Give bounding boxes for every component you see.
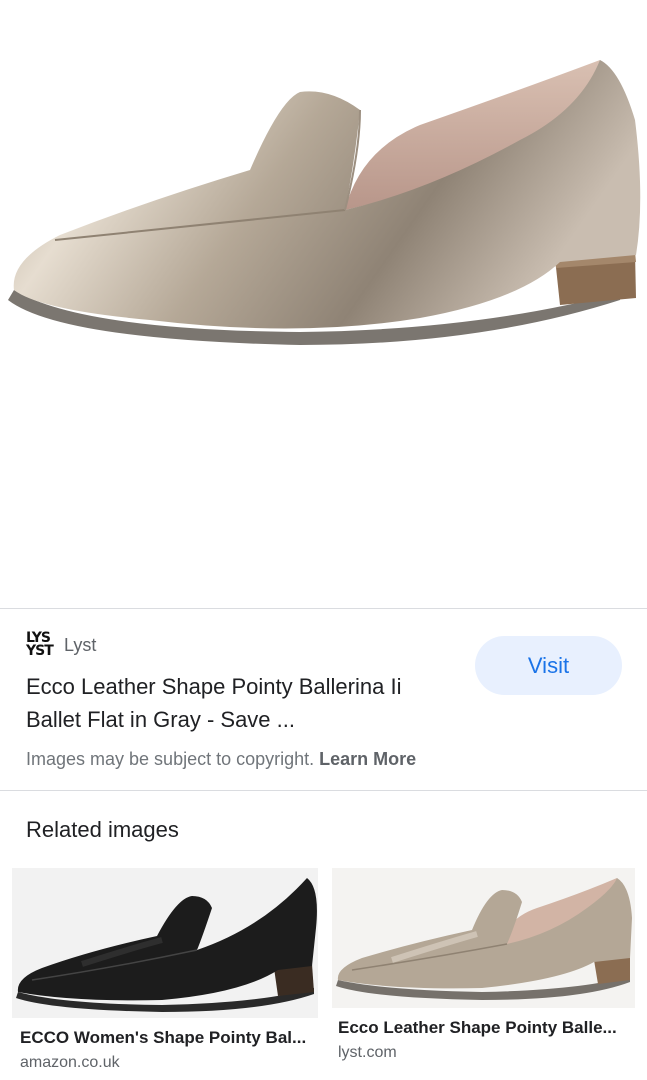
related-card-1[interactable]: ECCO Women's Shape Pointy Bal... amazon.… [12, 868, 318, 1080]
visit-button[interactable]: Visit [475, 636, 622, 695]
lyst-logo: LYS YST [26, 630, 54, 659]
related-card-2[interactable]: Ecco Leather Shape Pointy Balle... lyst.… [332, 868, 635, 1068]
black-loafer-image [12, 868, 318, 1018]
learn-more-link[interactable]: Learn More [319, 749, 416, 769]
related-source-1: amazon.co.uk [20, 1054, 120, 1071]
related-source-2: lyst.com [338, 1044, 397, 1061]
divider-top [0, 608, 647, 609]
main-image[interactable] [0, 0, 647, 608]
related-images-heading: Related images [26, 817, 179, 842]
divider-middle [0, 790, 647, 791]
source-name: Lyst [64, 634, 97, 655]
related-title-2: Ecco Leather Shape Pointy Balle... [338, 1018, 617, 1037]
related-thumb-2 [332, 868, 635, 1008]
result-title[interactable]: Ecco Leather Shape Pointy Ballerina Ii B… [26, 670, 456, 736]
copyright-notice: Images may be subject to copyright. Lear… [26, 749, 416, 770]
metallic-loafer-image [8, 60, 641, 345]
source-row[interactable]: LYS YST Lyst [26, 630, 96, 660]
metallic-loafer-thumb-image [332, 868, 635, 1008]
related-thumb-1 [12, 868, 318, 1018]
related-title-1: ECCO Women's Shape Pointy Bal... [20, 1028, 307, 1047]
copyright-text: Images may be subject to copyright. [26, 749, 315, 769]
